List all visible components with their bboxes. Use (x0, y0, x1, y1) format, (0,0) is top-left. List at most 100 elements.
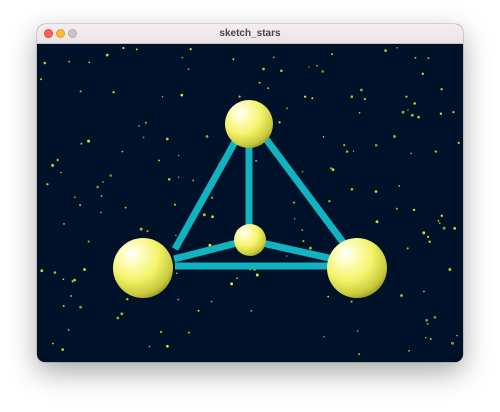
star (173, 203, 176, 206)
star (62, 278, 65, 281)
star (135, 48, 138, 51)
star (442, 226, 446, 230)
star (79, 305, 83, 309)
star (429, 338, 432, 340)
star (375, 220, 379, 224)
star (278, 121, 281, 124)
star (116, 316, 120, 320)
star (316, 64, 318, 67)
star (293, 218, 296, 220)
star (175, 272, 178, 274)
star (100, 211, 102, 214)
star (401, 110, 405, 114)
star (180, 93, 184, 97)
star (398, 185, 401, 187)
title-bar[interactable]: sketch_stars (37, 24, 463, 44)
sphere-left (113, 238, 173, 298)
star (323, 335, 325, 338)
star (236, 277, 239, 280)
star (96, 185, 99, 189)
star (428, 240, 431, 243)
star (230, 282, 234, 286)
edge-top-right (263, 136, 351, 252)
star (321, 70, 324, 73)
star (138, 125, 140, 127)
star (52, 342, 54, 345)
star (142, 136, 145, 139)
star (83, 268, 86, 271)
star (175, 234, 177, 237)
star (426, 235, 430, 239)
star (165, 137, 169, 141)
star (148, 345, 151, 348)
star (100, 195, 103, 197)
star (262, 67, 265, 71)
sketch-scene (40, 46, 460, 356)
sketch-canvas[interactable] (37, 44, 463, 362)
star (345, 150, 349, 153)
star (68, 60, 71, 63)
star (139, 227, 143, 231)
star (417, 115, 420, 119)
star (105, 53, 109, 57)
star (308, 66, 310, 68)
star (79, 90, 82, 93)
star (40, 269, 44, 273)
star (79, 204, 82, 207)
star (205, 135, 209, 138)
star (272, 56, 275, 59)
star (258, 81, 261, 84)
star (422, 290, 425, 293)
sphere-right (327, 238, 387, 298)
sphere-center (234, 224, 266, 256)
star (352, 150, 355, 153)
star (286, 107, 288, 110)
star (451, 341, 454, 345)
star (71, 280, 74, 283)
star (285, 255, 288, 257)
star (408, 349, 411, 352)
star (187, 68, 190, 70)
edge-right-center (261, 239, 330, 262)
star (400, 294, 403, 297)
star (146, 229, 149, 233)
star (177, 154, 180, 157)
star (311, 97, 314, 100)
star (425, 319, 428, 322)
star (453, 227, 457, 230)
star (437, 220, 440, 222)
edge-left-center (173, 239, 238, 263)
star (255, 159, 258, 162)
star (328, 199, 331, 203)
star (232, 58, 235, 61)
star (87, 240, 90, 243)
star (187, 331, 190, 334)
star (308, 246, 312, 250)
star (167, 177, 171, 181)
star (303, 95, 307, 98)
star (166, 344, 169, 348)
star (144, 121, 147, 124)
star (356, 330, 359, 332)
star (358, 111, 361, 114)
star (74, 196, 76, 199)
star (426, 322, 429, 325)
star (434, 150, 437, 153)
star (177, 176, 180, 178)
star (267, 87, 270, 89)
star (331, 53, 334, 56)
star (120, 312, 124, 316)
star (456, 334, 458, 337)
star (350, 187, 354, 191)
star (422, 231, 426, 235)
star (255, 273, 259, 277)
star (40, 78, 43, 81)
star (60, 171, 62, 174)
star (331, 168, 335, 172)
star (67, 329, 70, 331)
window-title: sketch_stars (219, 28, 281, 39)
star (102, 181, 104, 183)
star (122, 46, 125, 50)
star (112, 91, 115, 94)
star (396, 46, 398, 49)
